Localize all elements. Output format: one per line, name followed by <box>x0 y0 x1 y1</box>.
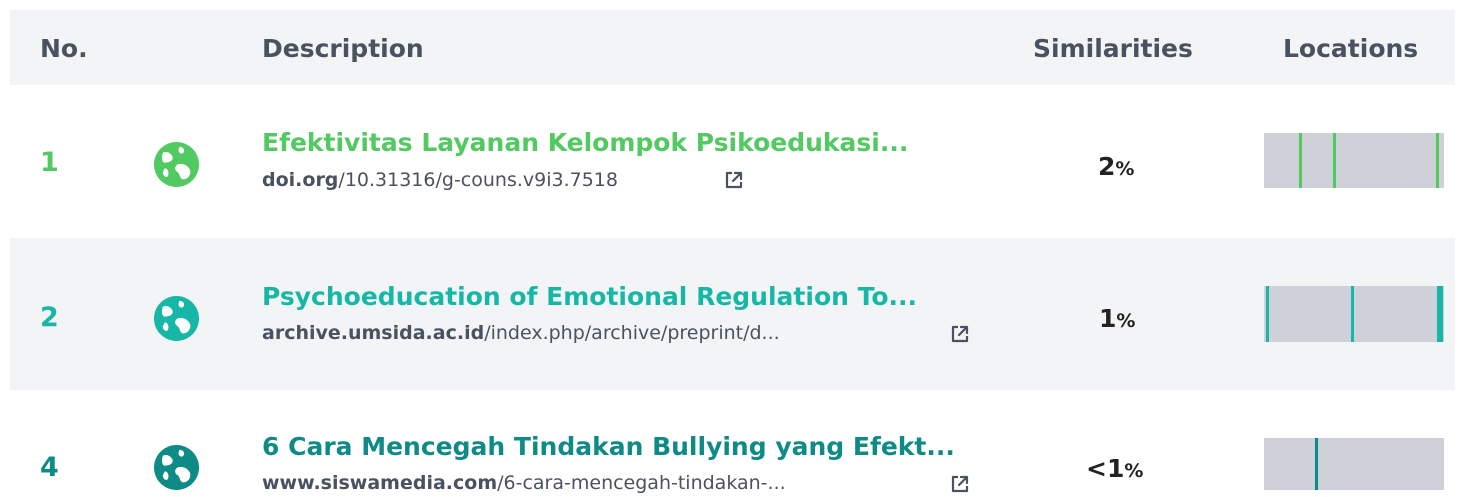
source-title-link[interactable]: Efektivitas Layanan Kelompok Psikoedukas… <box>262 128 908 157</box>
location-marker[interactable] <box>1266 286 1269 342</box>
url-path: /6-cara-mencegah-tindakan-... <box>497 472 786 494</box>
table-row: 2 Psychoeducation of Emotional Regulatio… <box>10 238 1455 390</box>
header-no: No. <box>40 34 88 63</box>
location-bar[interactable] <box>1264 438 1444 490</box>
url-host: archive.umsida.ac.id <box>262 322 485 344</box>
location-marker[interactable] <box>1299 133 1302 188</box>
url-host: www.siswamedia.com <box>262 472 498 494</box>
url-host: doi.org <box>262 169 339 191</box>
location-bar[interactable] <box>1264 286 1444 342</box>
source-url-link[interactable]: doi.org/10.31316/g-couns.v9i3.7518 <box>262 169 618 191</box>
source-url-link[interactable]: www.siswamedia.com/6-cara-mencegah-tinda… <box>262 472 786 494</box>
external-link-icon[interactable] <box>724 170 744 190</box>
similarity-value: <1% <box>1086 454 1144 483</box>
table-row: 4 6 Cara Mencegah Tindakan Bullying yang… <box>10 390 1455 497</box>
external-link-icon[interactable] <box>950 474 970 494</box>
location-marker[interactable] <box>1436 133 1439 188</box>
row-number: 4 <box>40 452 59 483</box>
url-path: /index.php/archive/preprint/d... <box>484 322 780 344</box>
source-url-link[interactable]: archive.umsida.ac.id/index.php/archive/p… <box>262 322 780 344</box>
source-title-link[interactable]: Psychoeducation of Emotional Regulation … <box>262 282 917 311</box>
header-description: Description <box>262 34 424 63</box>
header-similarities: Similarities <box>1033 34 1193 63</box>
row-number: 2 <box>40 302 59 333</box>
globe-icon <box>153 141 200 188</box>
table-row: 1 Efektivitas Layanan Kelompok Psikoeduk… <box>10 90 1455 238</box>
location-bar[interactable] <box>1264 133 1444 188</box>
table-header: No. Description Similarities Locations <box>10 10 1455 85</box>
similarity-value: 2% <box>1098 152 1135 181</box>
globe-icon <box>153 444 200 491</box>
header-locations: Locations <box>1283 34 1419 63</box>
url-path: /10.31316/g-couns.v9i3.7518 <box>338 169 618 191</box>
location-marker[interactable] <box>1333 133 1336 188</box>
similarity-value: 1% <box>1099 304 1136 333</box>
location-marker[interactable] <box>1315 438 1318 490</box>
source-title-link[interactable]: 6 Cara Mencegah Tindakan Bullying yang E… <box>262 432 955 461</box>
location-marker[interactable] <box>1351 286 1354 342</box>
external-link-icon[interactable] <box>950 324 970 344</box>
globe-icon <box>153 295 200 342</box>
location-marker[interactable] <box>1440 286 1443 342</box>
row-number: 1 <box>40 147 59 178</box>
